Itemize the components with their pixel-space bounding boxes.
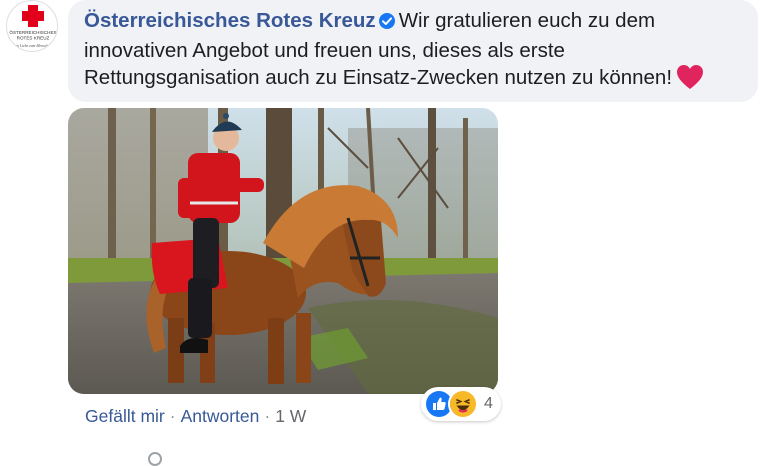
red-cross-logo: ÖSTERREICHISCHES ROTES KREUZ Aus Liebe z…: [9, 5, 57, 48]
reactions-summary[interactable]: 4: [421, 387, 501, 421]
svg-text:ÖSTERREICHISCHES: ÖSTERREICHISCHES: [9, 29, 56, 35]
comment-photo[interactable]: [68, 108, 498, 394]
comment-author[interactable]: Österreichisches Rotes Kreuz: [84, 9, 376, 32]
reply-link[interactable]: Antworten: [181, 406, 260, 426]
separator: ·: [264, 406, 271, 426]
comment-actions: Gefällt mir · Antworten · 1 W: [85, 406, 306, 427]
svg-text:Aus Liebe zum Menschen.: Aus Liebe zum Menschen.: [12, 44, 52, 48]
comment-timestamp[interactable]: 1 W: [275, 406, 306, 426]
avatar[interactable]: ÖSTERREICHISCHES ROTES KREUZ Aus Liebe z…: [6, 0, 58, 52]
like-link[interactable]: Gefällt mir: [85, 406, 165, 426]
svg-text:ROTES KREUZ: ROTES KREUZ: [17, 36, 50, 41]
separator: ·: [169, 406, 176, 426]
reaction-count: 4: [484, 395, 493, 412]
comment-body: Österreichisches Rotes Kreuz Wir gratulie…: [84, 7, 744, 97]
haha-reaction-icon: [448, 389, 478, 419]
verified-badge-icon: [378, 10, 396, 37]
comment-bubble: Österreichisches Rotes Kreuz Wir gratulie…: [68, 0, 758, 102]
heart-icon: [676, 64, 704, 97]
partial-icon: [148, 452, 162, 466]
horse-rider-photo: [68, 108, 498, 394]
